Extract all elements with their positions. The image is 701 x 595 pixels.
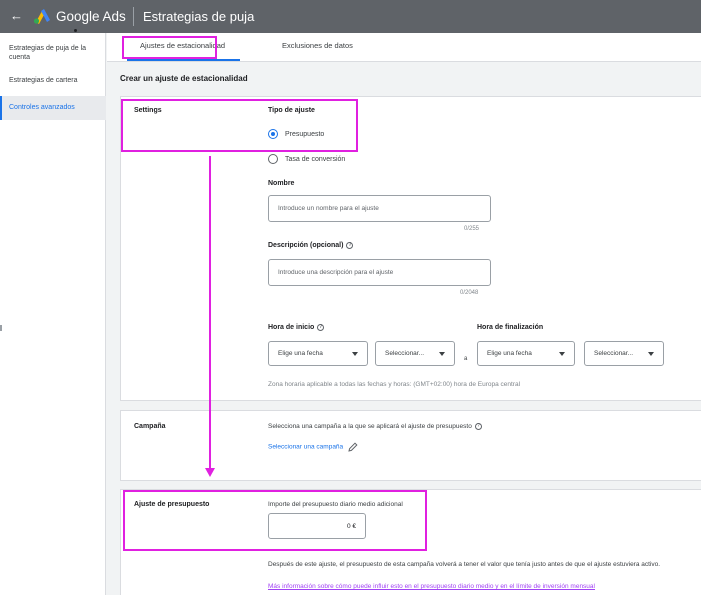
end-time-label: Hora de finalización [477,324,544,331]
name-label: Nombre [268,180,295,187]
help-icon[interactable]: ? [346,241,354,249]
pencil-icon [348,442,358,452]
select-campaign-link-text: Seleccionar una campaña [268,443,344,451]
start-time-label: Hora de inicio? [268,323,325,332]
title-divider [133,7,134,26]
highlight-settings [121,99,358,152]
start-time-select[interactable]: Seleccionar... [375,341,455,366]
chevron-down-icon [439,352,445,356]
description-label: Descripción (opcional)? [268,241,354,250]
campaign-description: Selecciona una campaña a la que se aplic… [268,422,482,431]
section-title: Crear un ajuste de estacionalidad [120,74,248,83]
name-input-placeholder: Introduce un nombre para el ajuste [278,205,379,212]
description-input[interactable]: Introduce una descripción para el ajuste [268,259,491,286]
tab-data-exclusions[interactable]: Exclusiones de datos [282,41,353,51]
sidebar-resize-handle[interactable] [0,325,2,331]
help-icon[interactable]: ? [474,422,482,430]
select-campaign-link[interactable]: Seleccionar una campaña [268,442,358,452]
sidebar-item-account-strategies[interactable]: Estrategias de puja de la cuenta [0,44,106,62]
name-char-counter: 0/255 [464,226,480,232]
google-ads-logo [33,9,50,24]
sidebar-item-portfolio-strategies[interactable]: Estrategias de cartera [0,76,106,85]
campaign-description-text: Selecciona una campaña a la que se aplic… [268,423,472,430]
description-input-placeholder: Introduce una descripción para el ajuste [278,269,394,276]
end-time-select[interactable]: Seleccionar... [584,341,664,366]
start-date-select[interactable]: Elige una fecha [268,341,368,366]
timezone-note: Zona horaria aplicable a todas las fecha… [268,381,521,388]
start-time-select-value: Seleccionar... [385,350,425,357]
annotation-arrow-line [209,156,211,471]
back-arrow-icon[interactable]: ← [10,8,23,24]
budget-note: Después de este ajuste, el presupuesto d… [268,561,661,568]
sidebar-item-advanced-controls[interactable]: Controles avanzados [0,96,106,120]
radio-conversion-rate[interactable] [268,154,278,164]
description-char-counter: 0/2048 [460,290,479,296]
top-app-bar: ← Google Ads Estrategias de puja [0,0,701,33]
description-label-text: Descripción (opcional) [268,242,344,249]
learn-more-link[interactable]: Más información sobre cómo puede influir… [268,582,595,591]
annotation-arrow-head [205,468,215,477]
end-date-select-value: Elige una fecha [487,350,532,357]
radio-conversion-rate-label: Tasa de conversión [285,156,346,163]
chevron-down-icon [648,352,654,356]
page-title: Estrategias de puja [143,9,255,24]
range-separator: a [464,356,468,362]
name-input[interactable]: Introduce un nombre para el ajuste [268,195,491,222]
start-time-label-text: Hora de inicio [268,324,315,331]
chevron-down-icon [559,352,565,356]
sidebar: Estrategias de puja de la cuenta Estrate… [0,33,106,595]
help-icon[interactable]: ? [317,323,325,331]
chevron-down-icon [352,352,358,356]
app-name: Google Ads [56,9,126,24]
end-date-select[interactable]: Elige una fecha [477,341,575,366]
cursor-dot [74,29,77,32]
highlight-budget [123,490,427,551]
start-date-select-value: Elige una fecha [278,350,323,357]
active-tab-indicator [127,59,240,61]
campaign-label: Campaña [134,423,166,430]
end-time-select-value: Seleccionar... [594,350,634,357]
highlight-tab [122,36,217,59]
